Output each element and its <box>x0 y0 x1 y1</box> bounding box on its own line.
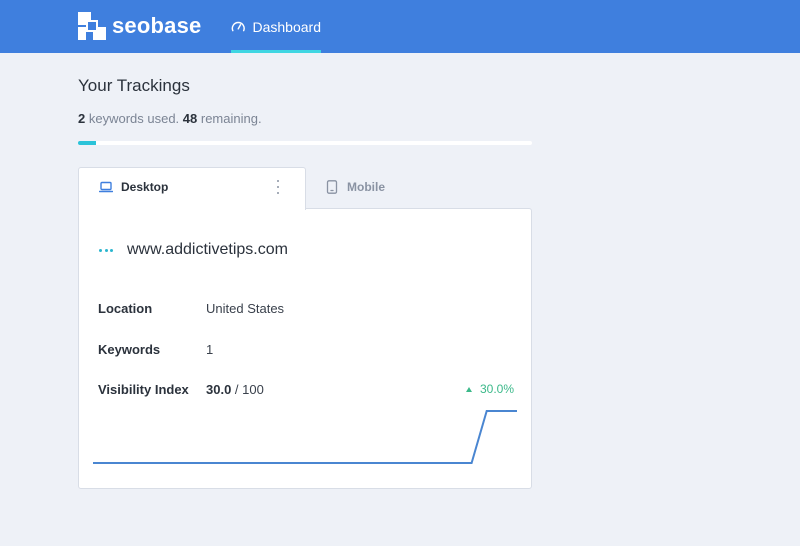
visibility-index-value: 30.0 / 100 <box>206 382 264 397</box>
location-label: Location <box>98 301 153 316</box>
keyword-usage-progress-fill <box>78 141 97 145</box>
location-value: United States <box>206 301 285 316</box>
visibility-change: 30.0% <box>465 382 514 396</box>
more-options-icon[interactable] <box>273 180 283 194</box>
tab-dashboard-label: Dashboard <box>252 18 322 35</box>
visibility-sparkline-line <box>93 410 517 464</box>
page-title: Your Trackings <box>78 76 190 95</box>
logo-text: seobase <box>112 13 202 38</box>
seobase-logo-icon <box>78 12 106 40</box>
tracked-domain[interactable]: www.addictivetips.com <box>127 241 288 259</box>
keywords-used-text: keywords used. <box>85 111 183 126</box>
tab-desktop-label: Desktop <box>121 180 169 194</box>
logo[interactable]: seobase <box>78 12 201 40</box>
tab-mobile[interactable]: Mobile <box>326 180 385 194</box>
keywords-remaining-text: remaining. <box>197 111 262 126</box>
visibility-sparkline <box>93 410 517 464</box>
tab-dashboard[interactable]: Dashboard <box>231 0 321 53</box>
keyword-usage-progress <box>78 141 532 145</box>
loading-dots-icon <box>99 249 113 253</box>
tab-desktop[interactable]: Desktop <box>78 167 306 210</box>
arrow-up-icon <box>465 386 472 392</box>
keywords-label: Keywords <box>98 342 161 357</box>
keywords-remaining-count: 48 <box>182 111 198 126</box>
keywords-value: 1 <box>206 342 214 357</box>
tab-mobile-label: Mobile <box>347 180 385 194</box>
laptop-icon <box>99 181 113 193</box>
keyword-usage: 2 keywords used. 48 remaining. <box>78 111 262 126</box>
visibility-max: / 100 <box>231 382 264 397</box>
gauge-icon <box>231 21 245 31</box>
visibility-score: 30.0 <box>206 382 232 397</box>
top-bar: seobase Dashboard <box>0 0 800 53</box>
mobile-icon <box>326 180 338 194</box>
active-tab-indicator <box>231 50 321 53</box>
tracking-card: www.addictivetips.com Location United St… <box>78 208 532 489</box>
visibility-index-label: Visibility Index <box>98 382 189 397</box>
visibility-change-value: 30.0% <box>479 382 514 396</box>
